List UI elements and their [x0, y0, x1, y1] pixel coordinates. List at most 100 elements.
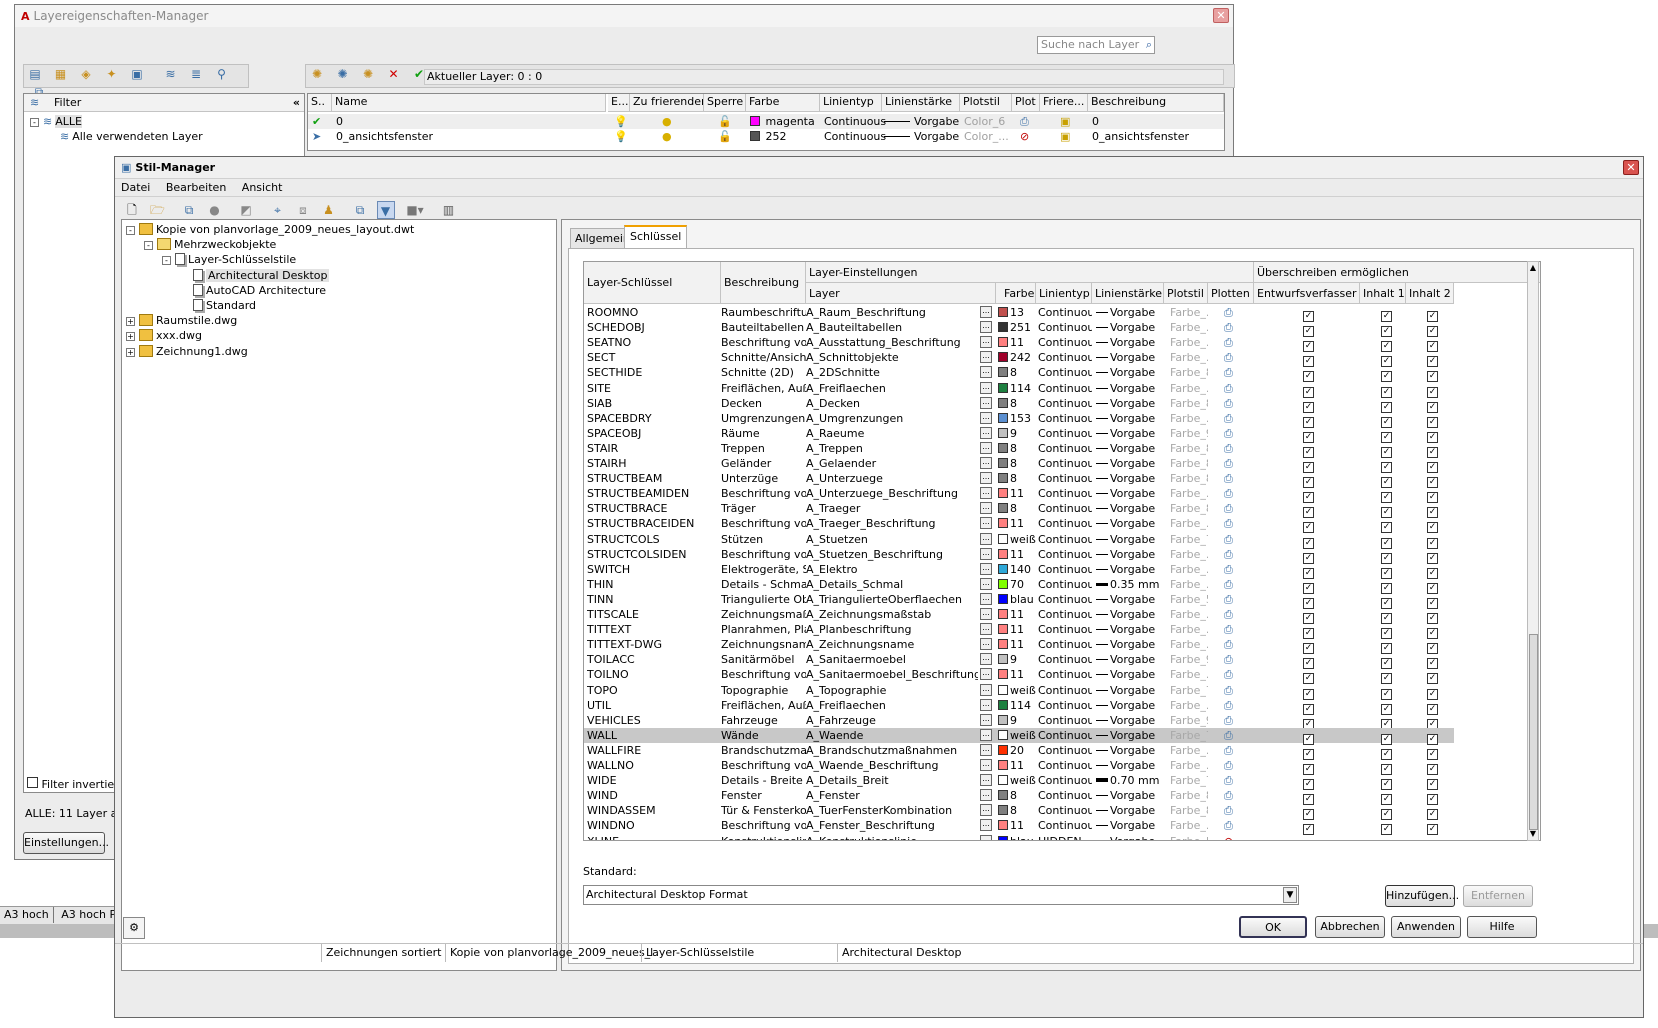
layer-key-layer[interactable]: A_TriangulierteOberflaechen [806, 592, 978, 607]
layer-key[interactable]: TOILACC [587, 652, 721, 667]
layer-settings-button[interactable]: ... [980, 351, 992, 364]
style-tree-item[interactable]: - Layer-Schlüsselstile [162, 252, 296, 267]
layer-key-row[interactable]: TITTEXTPlanrahmen, Pla...A_Planbeschrift… [584, 622, 1454, 640]
filter-tree-item-used[interactable]: ≋ Alle verwendeten Layer [60, 129, 203, 144]
layer-key-linetype[interactable]: Continuous [1038, 728, 1092, 743]
layer-key-description[interactable]: Konstruktionslinien [721, 834, 806, 841]
layer-key[interactable]: STRUCTBRACE [587, 501, 721, 516]
col-lock[interactable]: Sperre [704, 94, 746, 112]
lock-icon[interactable]: 🔓 [718, 129, 732, 144]
layer-key-layer[interactable]: A_Treppen [806, 441, 978, 456]
col-key-plot[interactable]: Plotten [1208, 283, 1254, 304]
printer-icon[interactable]: ⎙ [1224, 320, 1233, 335]
layer-key-linetype[interactable]: Continuous [1038, 698, 1092, 713]
layer-key-layer[interactable]: A_Stuetzen_Beschriftung [806, 547, 978, 562]
layer-key-layer[interactable]: A_Fenster_Beschriftung [806, 818, 978, 833]
layer-key-row[interactable]: STRUCTCOLSIDENBeschriftung vo...A_Stuetz… [584, 547, 1454, 564]
layer-key[interactable]: STRUCTCOLSIDEN [587, 547, 721, 562]
tree-collapse-icon[interactable]: - [30, 118, 39, 127]
layer-key-lineweight[interactable]: Vorgabe [1110, 320, 1164, 335]
style-tree-item[interactable]: + Raumstile.dwg [126, 313, 237, 328]
layer-settings-button[interactable]: ... [980, 608, 992, 620]
layer-key-lineweight[interactable]: Vorgabe [1110, 562, 1164, 577]
printer-icon[interactable]: ⎙ [1224, 516, 1233, 531]
printer-icon[interactable]: ⎙ [1224, 577, 1233, 592]
sun-icon[interactable]: ● [662, 114, 672, 129]
layer-key-description[interactable]: Schnitte (2D) [721, 365, 806, 380]
layer-key-row[interactable]: SECTSchnitte/Ansicht...A_Schnittobjekte.… [584, 350, 1454, 368]
new-layer-icon[interactable]: ✺ [308, 65, 326, 83]
layer-key-lineweight[interactable]: Vorgabe [1110, 501, 1164, 516]
style-tree-item[interactable]: Architectural Desktop [180, 268, 330, 283]
apply-button[interactable]: Anwenden [1391, 916, 1461, 938]
vp-freeze-icon[interactable]: ▣ [1060, 114, 1070, 129]
tab-schluessel[interactable]: Schlüssel [624, 225, 688, 249]
layer-key-lineweight[interactable]: Vorgabe [1110, 411, 1164, 426]
layer-key-layer[interactable]: A_Raeume [806, 426, 978, 441]
layer-settings-button[interactable]: ... [980, 381, 992, 394]
layer-key-layer[interactable]: A_Raum_Beschriftung [806, 305, 978, 320]
printer-icon[interactable]: ⎙ [1224, 562, 1233, 577]
layer-key-lineweight[interactable]: Vorgabe [1110, 834, 1164, 841]
style-tree-item[interactable]: AutoCAD Architecture [180, 283, 326, 298]
new-group-filter-icon[interactable]: ▦ [52, 65, 70, 83]
layer-key-color[interactable]: 8 [998, 471, 1036, 486]
layer-key-description[interactable]: Zeichnungsname [721, 637, 806, 652]
new-vp-frozen-layer-icon[interactable]: ✺ [334, 65, 352, 83]
layer-search-box[interactable]: Suche nach Layer ⌕ [1037, 36, 1155, 54]
layer-key-description[interactable]: Schnitte/Ansicht... [721, 350, 806, 365]
layer-settings-button[interactable]: ... [980, 819, 992, 832]
printer-icon[interactable]: ⎙ [1224, 501, 1233, 516]
layer-settings-button[interactable]: ... [980, 336, 992, 349]
layer-key-row[interactable]: THINDetails - Schmal...A_Details_Schmal.… [584, 577, 1454, 594]
layer-settings-button[interactable]: ... [980, 426, 992, 439]
layer-key[interactable]: XLINE [587, 834, 721, 841]
layer-key-row[interactable]: STRUCTBEAM Unterzüge A_Unterzuege... 8 Conti… [584, 471, 1454, 489]
layer-key-description[interactable]: Träger [721, 501, 806, 516]
layer-key-linetype[interactable]: Continuous [1038, 667, 1092, 682]
layer-key-layer[interactable]: A_Elektro [806, 562, 978, 577]
cancel-button[interactable]: Abbrechen [1315, 916, 1385, 938]
tree-expand-icon[interactable]: + [126, 332, 135, 342]
layer-key-lineweight[interactable]: Vorgabe [1110, 622, 1164, 637]
layer-star-icon[interactable]: ✺ [359, 65, 377, 83]
printer-icon[interactable]: ⎙ [1224, 652, 1233, 667]
layer-key-color[interactable]: 140 [998, 562, 1036, 577]
layer-key-description[interactable]: Beschriftung vo... [721, 758, 806, 773]
printer-icon[interactable]: ⎙ [1224, 788, 1233, 803]
layer-key[interactable]: WIDE [587, 773, 721, 788]
layer-key[interactable]: SITE [587, 381, 721, 396]
printer-icon[interactable]: ⎙ [1224, 728, 1233, 743]
layer-settings-button[interactable]: ... [980, 759, 992, 771]
layer-key-color[interactable]: 11 [998, 335, 1036, 350]
col-content-1[interactable]: Inhalt 1 [1360, 283, 1406, 304]
layer-settings-button[interactable]: ... [980, 789, 992, 802]
layer-key-description[interactable]: Stützen [721, 532, 806, 547]
layer-key-lineweight[interactable]: Vorgabe [1110, 471, 1164, 486]
layer-key[interactable]: VEHICLES [587, 713, 721, 728]
layer-key-layer[interactable]: A_Zeichnungsmaßstab [806, 607, 978, 622]
layer-key-linetype[interactable]: Continuous [1038, 486, 1092, 501]
printer-icon[interactable]: ⎙ [1224, 365, 1233, 380]
layer-key-row[interactable]: TOILNOBeschriftung vo...A_Sanitaermoebel… [584, 667, 1454, 685]
layer-key-lineweight[interactable]: Vorgabe [1110, 713, 1164, 728]
printer-icon[interactable]: ⎙ [1224, 803, 1233, 818]
printer-icon[interactable]: ⎙ [1224, 305, 1233, 320]
style-tree-item[interactable]: + Zeichnung1.dwg [126, 344, 248, 359]
layer-key-lineweight[interactable]: Vorgabe [1110, 456, 1164, 471]
layer-key-lineweight[interactable]: 0.70 mm [1110, 773, 1164, 788]
layer-settings-button[interactable]: ... [980, 562, 992, 575]
layer-key-linetype[interactable]: Continuous [1038, 320, 1092, 335]
help-button[interactable]: Hilfe [1467, 916, 1537, 938]
col-key-lineweight[interactable]: Linienstärke [1092, 283, 1164, 304]
layer-key-layer[interactable]: A_2DSchnitte [806, 365, 978, 380]
layer-key-layer[interactable]: A_Freiflaechen [806, 698, 978, 713]
layer-key[interactable]: SECTHIDE [587, 365, 721, 380]
printer-icon[interactable]: ⎙ [1224, 743, 1233, 758]
layer-key[interactable]: SEATNO [587, 335, 721, 350]
layer-key-row[interactable]: TITSCALEZeichnungsmaß...A_Zeichnungsmaßs… [584, 607, 1454, 624]
layer-key-lineweight[interactable]: Vorgabe [1110, 758, 1164, 773]
layer-key-description[interactable]: Bauteiltabellen [721, 320, 806, 335]
layer-key-layer[interactable]: A_Details_Breit [806, 773, 978, 788]
layer-settings-button[interactable]: ... [980, 638, 992, 651]
